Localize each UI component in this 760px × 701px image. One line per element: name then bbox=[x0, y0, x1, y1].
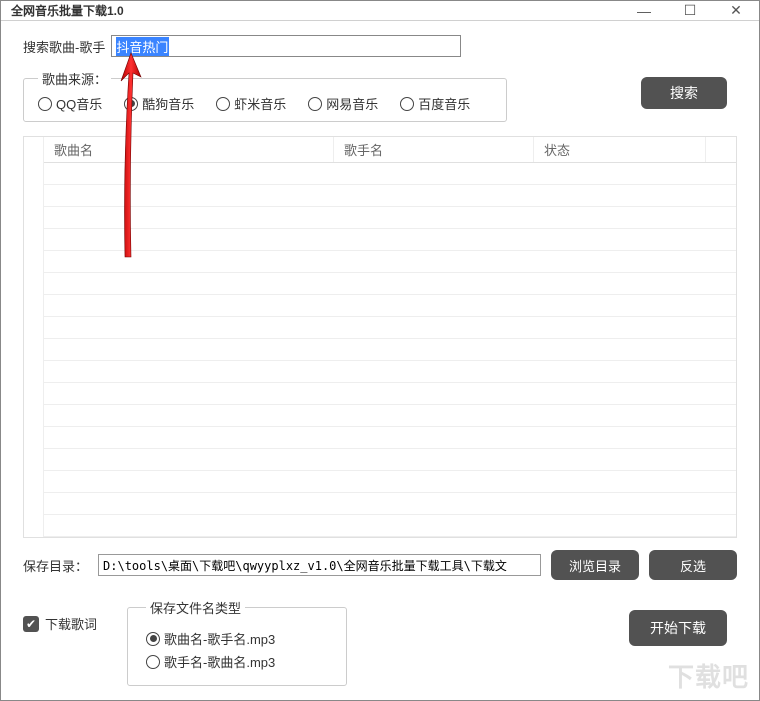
app-window: 全网音乐批量下载1.0 — ☐ ✕ 搜索歌曲-歌手 抖音热门 歌曲来源： QQ音… bbox=[0, 0, 760, 701]
table-row bbox=[44, 295, 736, 317]
table-row bbox=[44, 207, 736, 229]
source-option-baidu[interactable]: 百度音乐 bbox=[400, 94, 470, 113]
table-row bbox=[44, 185, 736, 207]
source-option-label: 酷狗音乐 bbox=[142, 94, 194, 113]
table-row bbox=[44, 405, 736, 427]
window-title: 全网音乐批量下载1.0 bbox=[11, 2, 124, 19]
table-row bbox=[44, 361, 736, 383]
save-row: 保存目录： 浏览目录 反选 bbox=[23, 550, 737, 580]
table-row bbox=[44, 449, 736, 471]
table-row bbox=[44, 427, 736, 449]
search-label: 搜索歌曲-歌手 bbox=[23, 37, 105, 56]
search-input[interactable]: 抖音热门 bbox=[111, 35, 461, 57]
table-row bbox=[44, 515, 736, 537]
source-fieldset: 歌曲来源： QQ音乐 酷狗音乐 虾米音乐 bbox=[23, 69, 507, 122]
table-row bbox=[44, 471, 736, 493]
source-option-kugou[interactable]: 酷狗音乐 bbox=[124, 94, 194, 113]
radio-icon bbox=[216, 97, 230, 111]
save-label: 保存目录： bbox=[23, 556, 88, 575]
window-buttons: — ☐ ✕ bbox=[621, 1, 759, 20]
column-extra bbox=[706, 137, 736, 162]
bottom-row: ✔ 下载歌词 保存文件名类型 歌曲名-歌手名.mp3 歌手名-歌曲名.mp3 开… bbox=[23, 598, 737, 686]
download-lyrics-label: 下载歌词 bbox=[45, 614, 97, 633]
source-option-label: 虾米音乐 bbox=[234, 94, 286, 113]
filetype-option-song-singer[interactable]: 歌曲名-歌手名.mp3 bbox=[146, 629, 328, 648]
table-row bbox=[44, 251, 736, 273]
table-inner: 歌曲名 歌手名 状态 bbox=[44, 137, 736, 537]
minimize-button[interactable]: — bbox=[621, 1, 667, 20]
radio-icon bbox=[146, 655, 160, 669]
filetype-option-label: 歌手名-歌曲名.mp3 bbox=[164, 652, 275, 671]
radio-icon bbox=[38, 97, 52, 111]
source-option-label: QQ音乐 bbox=[56, 94, 102, 113]
invert-select-button[interactable]: 反选 bbox=[649, 550, 737, 580]
source-block: 歌曲来源： QQ音乐 酷狗音乐 虾米音乐 bbox=[23, 65, 737, 122]
table-row bbox=[44, 339, 736, 361]
search-button[interactable]: 搜索 bbox=[641, 77, 727, 109]
column-status[interactable]: 状态 bbox=[534, 137, 706, 162]
table-row bbox=[44, 273, 736, 295]
filename-type-legend: 保存文件名类型 bbox=[146, 598, 245, 617]
table-row bbox=[44, 229, 736, 251]
start-download-button[interactable]: 开始下载 bbox=[629, 610, 727, 646]
titlebar: 全网音乐批量下载1.0 — ☐ ✕ bbox=[1, 1, 759, 21]
browse-button[interactable]: 浏览目录 bbox=[551, 550, 639, 580]
content-area: 搜索歌曲-歌手 抖音热门 歌曲来源： QQ音乐 酷狗音乐 bbox=[1, 21, 759, 700]
radio-icon bbox=[146, 632, 160, 646]
filename-type-fieldset: 保存文件名类型 歌曲名-歌手名.mp3 歌手名-歌曲名.mp3 bbox=[127, 598, 347, 686]
source-radio-group: QQ音乐 酷狗音乐 虾米音乐 网易音乐 bbox=[38, 94, 492, 113]
start-button-wrap: 开始下载 bbox=[629, 598, 737, 646]
check-icon: ✔ bbox=[23, 616, 39, 632]
source-option-label: 百度音乐 bbox=[418, 94, 470, 113]
filetype-option-singer-song[interactable]: 歌手名-歌曲名.mp3 bbox=[146, 652, 328, 671]
column-song[interactable]: 歌曲名 bbox=[44, 137, 334, 162]
radio-icon bbox=[308, 97, 322, 111]
download-lyrics-checkbox[interactable]: ✔ 下载歌词 bbox=[23, 614, 97, 633]
table-header: 歌曲名 歌手名 状态 bbox=[44, 137, 736, 163]
source-option-label: 网易音乐 bbox=[326, 94, 378, 113]
maximize-button[interactable]: ☐ bbox=[667, 1, 713, 20]
save-path-input[interactable] bbox=[98, 554, 541, 576]
column-singer[interactable]: 歌手名 bbox=[334, 137, 534, 162]
table-body bbox=[44, 163, 736, 537]
table-row bbox=[44, 317, 736, 339]
radio-icon bbox=[124, 97, 138, 111]
source-option-netease[interactable]: 网易音乐 bbox=[308, 94, 378, 113]
source-option-qq[interactable]: QQ音乐 bbox=[38, 94, 102, 113]
search-input-value: 抖音热门 bbox=[116, 37, 169, 56]
table-row bbox=[44, 163, 736, 185]
source-legend: 歌曲来源： bbox=[38, 69, 111, 88]
search-row: 搜索歌曲-歌手 抖音热门 bbox=[23, 35, 737, 57]
table-row bbox=[44, 383, 736, 405]
search-button-wrap: 搜索 bbox=[641, 65, 737, 109]
filetype-option-label: 歌曲名-歌手名.mp3 bbox=[164, 629, 275, 648]
source-option-xiami[interactable]: 虾米音乐 bbox=[216, 94, 286, 113]
table-row bbox=[44, 493, 736, 515]
close-button[interactable]: ✕ bbox=[713, 1, 759, 20]
row-select-column bbox=[24, 137, 44, 537]
radio-icon bbox=[400, 97, 414, 111]
results-table[interactable]: 歌曲名 歌手名 状态 bbox=[23, 136, 737, 538]
